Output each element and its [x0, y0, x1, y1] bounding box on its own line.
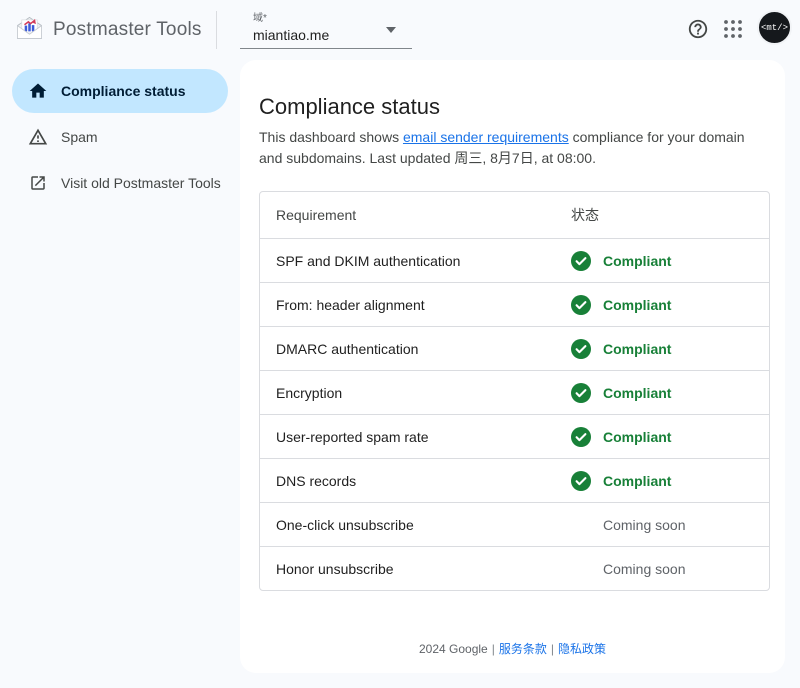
- requirement-cell: DMARC authentication: [260, 341, 571, 357]
- header-divider: [216, 11, 217, 49]
- top-header: Postmaster Tools 域* miantiao.me <mt/>: [0, 0, 800, 60]
- status-cell: Compliant: [571, 427, 769, 447]
- main-content-card: Compliance status This dashboard shows e…: [240, 60, 785, 673]
- home-icon: [28, 81, 48, 101]
- status-cell: Compliant: [571, 471, 769, 491]
- sidebar: Compliance status Spam Visit old Postmas…: [0, 60, 240, 207]
- app-logo-wrap: Postmaster Tools: [16, 0, 202, 60]
- domain-selector[interactable]: 域* miantiao.me: [240, 5, 412, 49]
- help-icon: [687, 18, 709, 43]
- card-footer: 2024 Google|服务条款|隐私政策: [240, 640, 785, 657]
- status-text: Compliant: [603, 253, 671, 269]
- help-button[interactable]: [684, 16, 712, 44]
- status-cell: Compliant: [571, 339, 769, 359]
- status-text: Coming soon: [603, 561, 686, 577]
- check-circle-icon: [571, 251, 591, 271]
- table-row: Encryption Compliant: [260, 370, 769, 414]
- sidebar-item-label: Visit old Postmaster Tools: [61, 175, 221, 191]
- status-text: Compliant: [603, 297, 671, 313]
- sidebar-item-label: Compliance status: [61, 83, 185, 99]
- status-text: Compliant: [603, 341, 671, 357]
- table-row: One-click unsubscribe Coming soon: [260, 502, 769, 546]
- table-row: Honor unsubscribe Coming soon: [260, 546, 769, 590]
- requirement-cell: SPF and DKIM authentication: [260, 253, 571, 269]
- status-cell: Coming soon: [571, 515, 769, 535]
- table-row: DNS records Compliant: [260, 458, 769, 502]
- app-title: Postmaster Tools: [53, 19, 202, 41]
- status-text: Compliant: [603, 473, 671, 489]
- footer-copyright: 2024 Google: [419, 642, 488, 656]
- table-row: DMARC authentication Compliant: [260, 326, 769, 370]
- requirement-cell: DNS records: [260, 473, 571, 489]
- sidebar-item-visit-old-postmaster[interactable]: Visit old Postmaster Tools: [12, 161, 228, 205]
- account-avatar[interactable]: <mt/>: [757, 10, 792, 45]
- page-description: This dashboard shows email sender requir…: [240, 120, 785, 169]
- table-header-row: Requirement 状态: [260, 192, 769, 238]
- table-row: SPF and DKIM authentication Compliant: [260, 238, 769, 282]
- check-circle-icon: [571, 427, 591, 447]
- check-circle-icon: [571, 339, 591, 359]
- requirement-cell: Encryption: [260, 385, 571, 401]
- requirement-cell: From: header alignment: [260, 297, 571, 313]
- sidebar-item-compliance-status[interactable]: Compliance status: [12, 69, 228, 113]
- requirement-cell: User-reported spam rate: [260, 429, 571, 445]
- footer-separator: |: [547, 642, 558, 656]
- table-row: User-reported spam rate Compliant: [260, 414, 769, 458]
- description-text-before: This dashboard shows: [259, 129, 403, 145]
- requirement-cell: One-click unsubscribe: [260, 517, 571, 533]
- table-body: SPF and DKIM authentication Compliant Fr…: [260, 238, 769, 590]
- status-text: Coming soon: [603, 517, 686, 533]
- column-header-status: 状态: [571, 205, 769, 225]
- footer-privacy-link[interactable]: 隐私政策: [558, 642, 606, 656]
- footer-terms-link[interactable]: 服务条款: [499, 642, 547, 656]
- status-cell: Compliant: [571, 251, 769, 271]
- table-row: From: header alignment Compliant: [260, 282, 769, 326]
- email-sender-requirements-link[interactable]: email sender requirements: [403, 129, 569, 145]
- status-cell: Compliant: [571, 383, 769, 403]
- chevron-down-icon: [386, 27, 396, 33]
- apps-grid-button[interactable]: [719, 16, 747, 44]
- sidebar-item-label: Spam: [61, 129, 98, 145]
- domain-selector-label: 域*: [253, 5, 412, 24]
- status-text: Compliant: [603, 429, 671, 445]
- check-circle-icon: [571, 383, 591, 403]
- warning-triangle-icon: [28, 127, 48, 147]
- apps-grid-icon: [724, 20, 742, 41]
- column-header-requirement: Requirement: [260, 207, 571, 223]
- footer-separator: |: [488, 642, 499, 656]
- status-text: Compliant: [603, 385, 671, 401]
- page-title: Compliance status: [240, 60, 785, 120]
- external-link-icon: [28, 173, 48, 193]
- check-circle-icon: [571, 295, 591, 315]
- compliance-table: Requirement 状态 SPF and DKIM authenticati…: [259, 191, 770, 591]
- check-circle-icon: [571, 471, 591, 491]
- postmaster-logo-icon: [16, 16, 43, 45]
- sidebar-item-spam[interactable]: Spam: [12, 115, 228, 159]
- status-cell: Compliant: [571, 295, 769, 315]
- requirement-cell: Honor unsubscribe: [260, 561, 571, 577]
- status-cell: Coming soon: [571, 559, 769, 579]
